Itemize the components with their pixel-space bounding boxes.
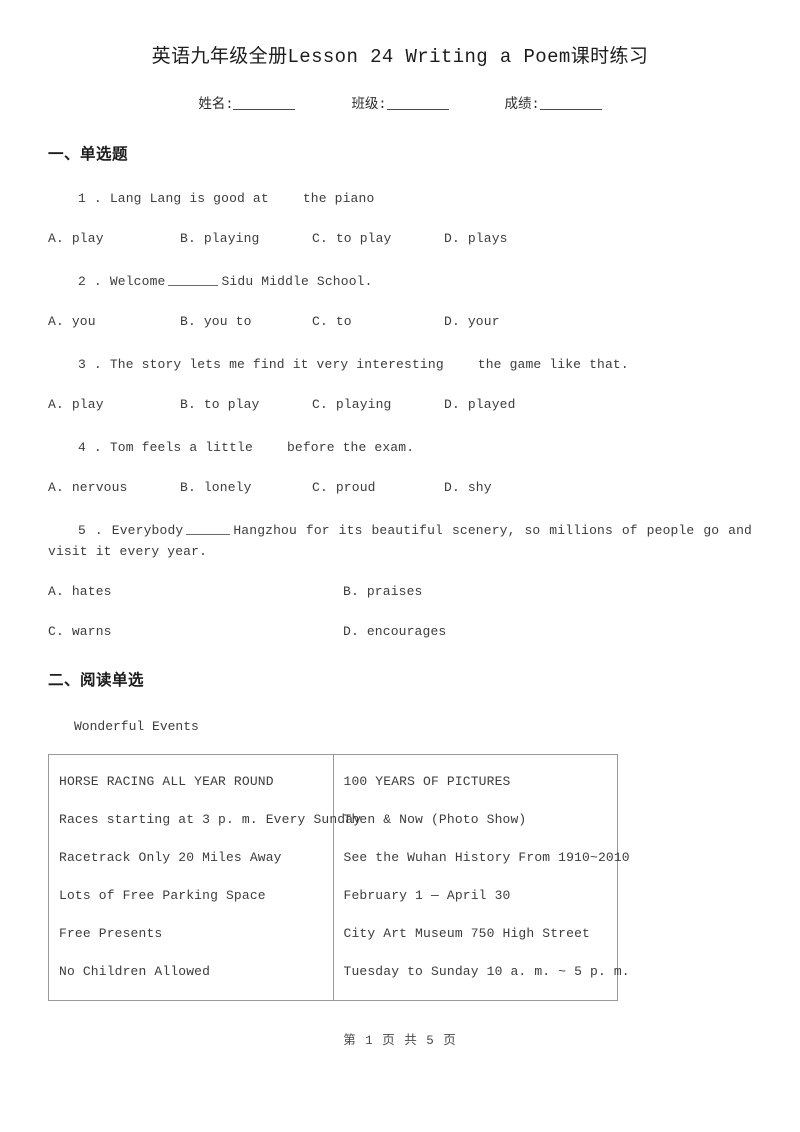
question-3-text-after: the game like that. [477,357,629,372]
right-line-1: 100 YEARS OF PICTURES [343,774,511,789]
left-line-3: Racetrack Only 20 Miles Away [59,850,282,865]
question-5-options-row-2: C. warns D. encourages [48,621,752,642]
question-3-options: A. play B. to play C. playing D. played [48,394,752,415]
question-5: 5 . Everybody Hangzhou for its beautiful … [48,520,752,562]
question-4-option-b[interactable]: B. lonely [180,477,312,498]
question-1-option-a[interactable]: A. play [48,228,180,249]
question-4-option-d[interactable]: D. shy [444,477,576,498]
question-1-number: 1 [78,191,86,206]
question-5-options: A. hates B. praises C. warns D. encourag… [48,581,752,642]
question-3: 3 . The story lets me find it very inter… [48,354,752,375]
question-5-option-b[interactable]: B. praises [343,581,638,602]
question-5-blank [186,523,231,535]
question-2-option-d[interactable]: D. your [444,311,576,332]
question-3-text-before: The story lets me find it very interesti… [109,357,444,372]
left-line-1: HORSE RACING ALL YEAR ROUND [59,774,274,789]
question-2-option-b[interactable]: B. you to [180,311,312,332]
question-2-option-c[interactable]: C. to [312,311,444,332]
worksheet-page: 英语九年级全册Lesson 24 Writing a Poem课时练习 姓名: … [0,0,800,1132]
left-line-2: Races starting at 3 p. m. Every Sunday [59,812,362,827]
question-2-blank [168,274,219,286]
name-label: 姓名: [198,98,234,113]
question-4: 4 . Tom feels a little before the exam. [48,437,752,458]
question-1-options: A. play B. playing C. to play D. plays [48,228,752,249]
question-3-option-d[interactable]: D. played [444,394,576,415]
left-line-6: No Children Allowed [59,964,211,979]
section-heading-multiple-choice: 一、单选题 [48,146,129,164]
question-4-text-before: Tom feels a little [109,440,253,455]
passage-title: Wonderful Events [74,719,199,734]
question-4-sep: . [93,440,102,455]
question-2-sep: . [93,274,102,289]
right-line-6: Tuesday to Sunday 10 a. m. ~ 5 p. m. [343,964,630,979]
section-heading-reading-comprehension: 二、阅读单选 [48,672,145,690]
left-line-5: Free Presents [59,926,163,941]
question-2-number: 2 [78,274,86,289]
class-field: 班级: [351,96,449,116]
question-1-sep: . [93,191,102,206]
score-blank [539,97,602,110]
student-info-line: 姓名: 班级: 成绩: [48,70,752,116]
question-4-text-after: before the exam. [286,440,415,455]
question-1-option-d[interactable]: D. plays [444,228,576,249]
question-2-text-after: Sidu Middle School. [221,274,373,289]
right-line-4: February 1 — April 30 [343,888,511,903]
question-3-option-b[interactable]: B. to play [180,394,312,415]
question-2: 2 . Welcome Sidu Middle School. [48,271,752,292]
score-field: 成绩: [505,96,602,116]
score-label: 成绩: [504,98,540,113]
question-3-option-a[interactable]: A. play [48,394,180,415]
question-5-options-row-1: A. hates B. praises [48,581,752,602]
right-line-3: See the Wuhan History From 1910~2010 [343,850,630,865]
events-cell-photo-show: 100 YEARS OF PICTURES Then & Now (Photo … [332,754,630,1001]
question-4-options: A. nervous B. lonely C. proud D. shy [48,477,752,498]
question-1-text-after: the piano [302,191,375,206]
right-line-2: Then & Now (Photo Show) [343,812,527,827]
page-footer: 第 1 页 共 5 页 [343,1034,457,1048]
question-2-options: A. you B. you to C. to D. your [48,311,752,332]
left-line-4: Lots of Free Parking Space [59,888,266,903]
question-3-sep: . [93,357,102,372]
question-1-option-b[interactable]: B. playing [180,228,312,249]
name-blank [233,97,296,110]
question-5-text-before: Everybody [111,523,184,538]
class-blank [386,97,449,110]
name-field: 姓名: [198,96,296,116]
right-line-5: City Art Museum 750 High Street [343,926,590,941]
question-2-text-before: Welcome [109,274,166,289]
page-title: 英语九年级全册Lesson 24 Writing a Poem课时练习 [151,46,649,68]
question-5-option-c[interactable]: C. warns [48,621,343,642]
question-4-option-c[interactable]: C. proud [312,477,444,498]
question-2-option-a[interactable]: A. you [48,311,180,332]
table-row: HORSE RACING ALL YEAR ROUND Races starti… [48,754,630,1001]
question-1: 1 . Lang Lang is good at the piano [48,188,752,209]
question-3-option-c[interactable]: C. playing [312,394,444,415]
events-table: HORSE RACING ALL YEAR ROUND Races starti… [48,754,630,1001]
question-5-option-a[interactable]: A. hates [48,581,343,602]
question-5-sep: . [94,523,103,538]
question-4-option-a[interactable]: A. nervous [48,477,180,498]
question-5-number: 5 [78,523,86,538]
question-1-text-before: Lang Lang is good at [109,191,269,206]
question-3-number: 3 [78,357,86,372]
question-4-number: 4 [78,440,86,455]
class-label: 班级: [351,98,387,113]
question-1-option-c[interactable]: C. to play [312,228,444,249]
question-5-option-d[interactable]: D. encourages [343,621,638,642]
events-cell-horse-racing: HORSE RACING ALL YEAR ROUND Races starti… [48,754,362,1001]
